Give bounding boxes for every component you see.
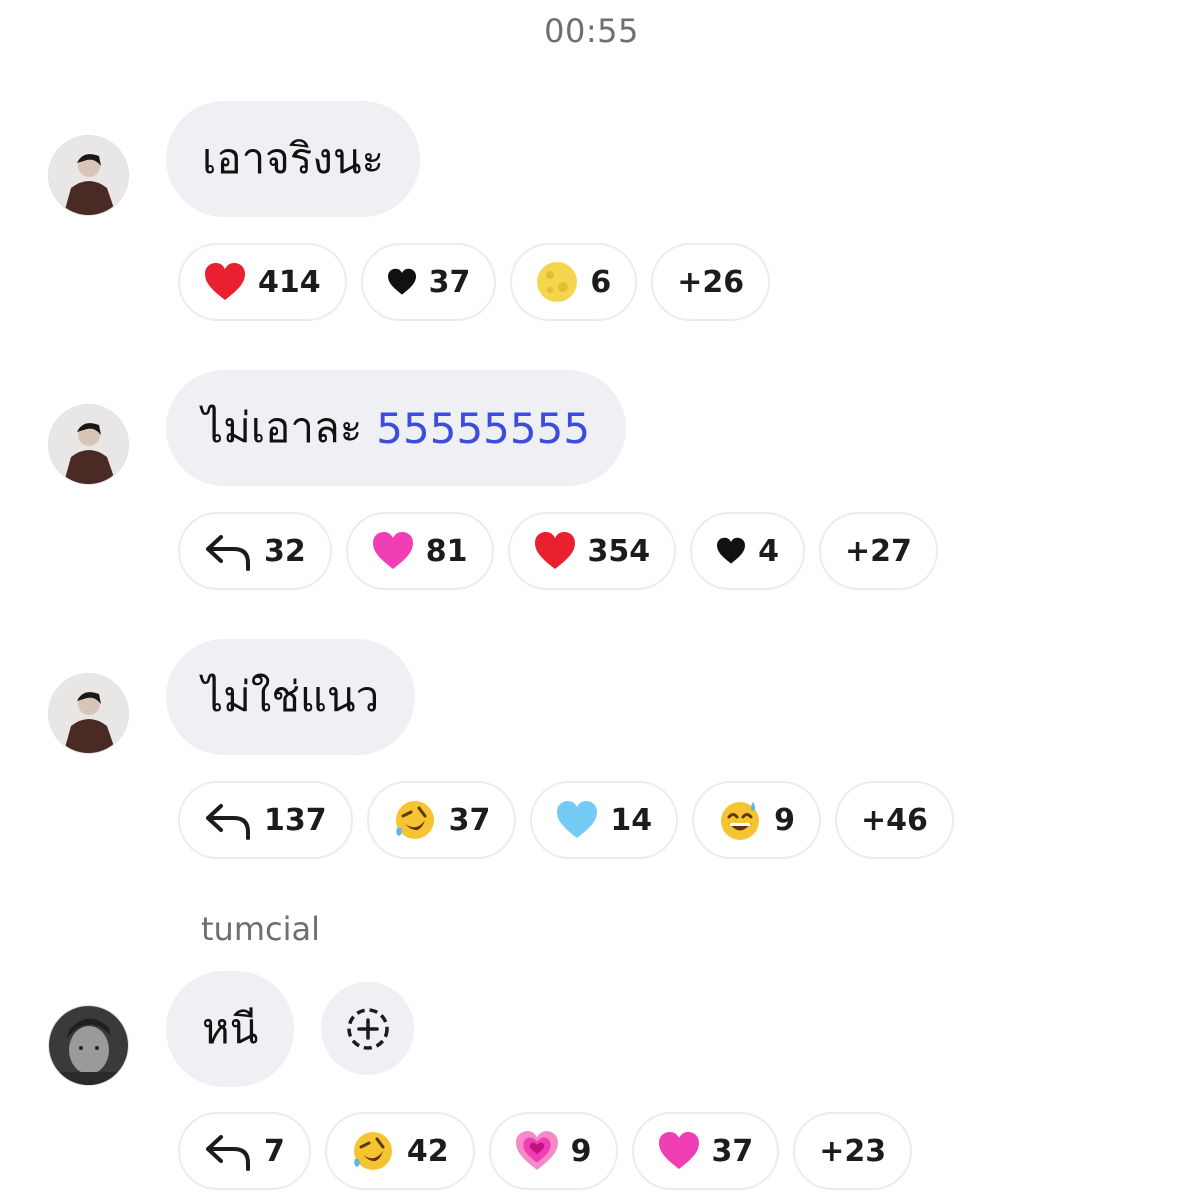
reaction-count: +23 <box>819 1133 887 1169</box>
reaction-pill[interactable]: 42 <box>324 1112 475 1190</box>
reply-icon <box>206 804 250 840</box>
pink-heart-icon <box>658 1132 699 1169</box>
reaction-count: 42 <box>406 1133 449 1169</box>
rofl-icon <box>395 801 434 839</box>
reply-pill[interactable]: 7 <box>178 1112 311 1190</box>
reply-icon <box>206 1135 250 1171</box>
black-heart-icon <box>717 537 746 564</box>
message-text: หนี <box>202 1004 259 1053</box>
reaction-pill[interactable]: 81 <box>345 512 494 590</box>
message-bubble[interactable]: หนี <box>166 971 295 1087</box>
reaction-count: 37 <box>711 1133 754 1169</box>
message-bubble[interactable]: เอาจริงนะ <box>166 101 421 217</box>
reaction-count: 81 <box>425 533 468 569</box>
red-heart-icon <box>205 263 245 300</box>
reaction-pill[interactable]: 414 <box>178 243 347 321</box>
full-moon-icon <box>537 262 578 302</box>
reply-pill[interactable]: 32 <box>178 512 332 590</box>
reaction-pill[interactable]: 14 <box>530 781 679 859</box>
reaction-bar: 32 81 354 4 +27 <box>178 512 938 590</box>
reaction-count: +26 <box>677 264 745 300</box>
more-reactions[interactable]: +46 <box>835 781 954 859</box>
message-number-link[interactable]: 55555555 <box>376 404 590 453</box>
more-reactions[interactable]: +26 <box>651 243 771 321</box>
reaction-count: 137 <box>264 802 327 838</box>
reaction-count: 32 <box>264 533 306 569</box>
reaction-count: 354 <box>587 533 651 569</box>
reaction-pill[interactable]: 9 <box>488 1112 618 1190</box>
sender-name[interactable]: tumcial <box>201 910 320 948</box>
reaction-count: 14 <box>610 802 653 838</box>
reaction-count: 9 <box>774 802 795 838</box>
reaction-count: 37 <box>428 264 471 300</box>
reaction-pill[interactable]: 354 <box>507 512 677 590</box>
add-reaction-button[interactable] <box>321 982 414 1075</box>
reaction-pill[interactable]: 9 <box>692 781 821 859</box>
reply-pill[interactable]: 137 <box>178 781 353 859</box>
reaction-pill[interactable]: 37 <box>366 781 517 859</box>
reaction-bar: 137 37 14 9 +46 <box>178 781 954 859</box>
reaction-pill[interactable]: 37 <box>631 1112 780 1190</box>
pink-heart-icon <box>372 532 413 569</box>
avatar[interactable] <box>48 404 129 485</box>
message-text: เอาจริงนะ <box>202 134 385 183</box>
reaction-count: 37 <box>448 802 491 838</box>
reaction-count: 414 <box>258 264 321 300</box>
reaction-pill[interactable]: 6 <box>510 243 638 321</box>
reaction-pill[interactable]: 4 <box>690 512 805 590</box>
avatar[interactable] <box>48 1005 129 1086</box>
rofl-icon <box>353 1132 392 1170</box>
black-heart-icon <box>387 268 416 295</box>
reaction-count: 9 <box>570 1133 592 1169</box>
sweat-smile-icon <box>721 802 760 840</box>
avatar[interactable] <box>48 135 129 216</box>
more-reactions[interactable]: +27 <box>819 512 938 590</box>
message-bubble[interactable]: ไม่ใช่แนว <box>166 639 416 755</box>
message-text: ไม่ใช่แนว <box>202 672 380 721</box>
reaction-pill[interactable]: 37 <box>360 243 497 321</box>
reaction-count: 7 <box>264 1133 285 1169</box>
reply-icon <box>206 535 250 571</box>
message-text: ไม่เอาละ <box>202 403 363 452</box>
reaction-count: +46 <box>861 802 928 838</box>
reaction-count: 4 <box>758 533 779 569</box>
message-bubble[interactable]: ไม่เอาละ 55555555 <box>166 370 627 486</box>
more-reactions[interactable]: +23 <box>793 1112 913 1190</box>
reaction-bar: 414 37 6 +26 <box>178 243 771 321</box>
avatar[interactable] <box>48 673 129 754</box>
light-blue-heart-icon <box>557 801 598 838</box>
growing-heart-icon <box>515 1131 558 1170</box>
reaction-count: 6 <box>590 264 612 300</box>
reaction-bar: 7 42 9 37 +23 <box>178 1112 913 1190</box>
reaction-count: +27 <box>845 533 912 569</box>
red-heart-icon <box>534 532 575 569</box>
timestamp: 00:55 <box>544 12 639 50</box>
add-reaction-icon <box>346 1007 389 1050</box>
